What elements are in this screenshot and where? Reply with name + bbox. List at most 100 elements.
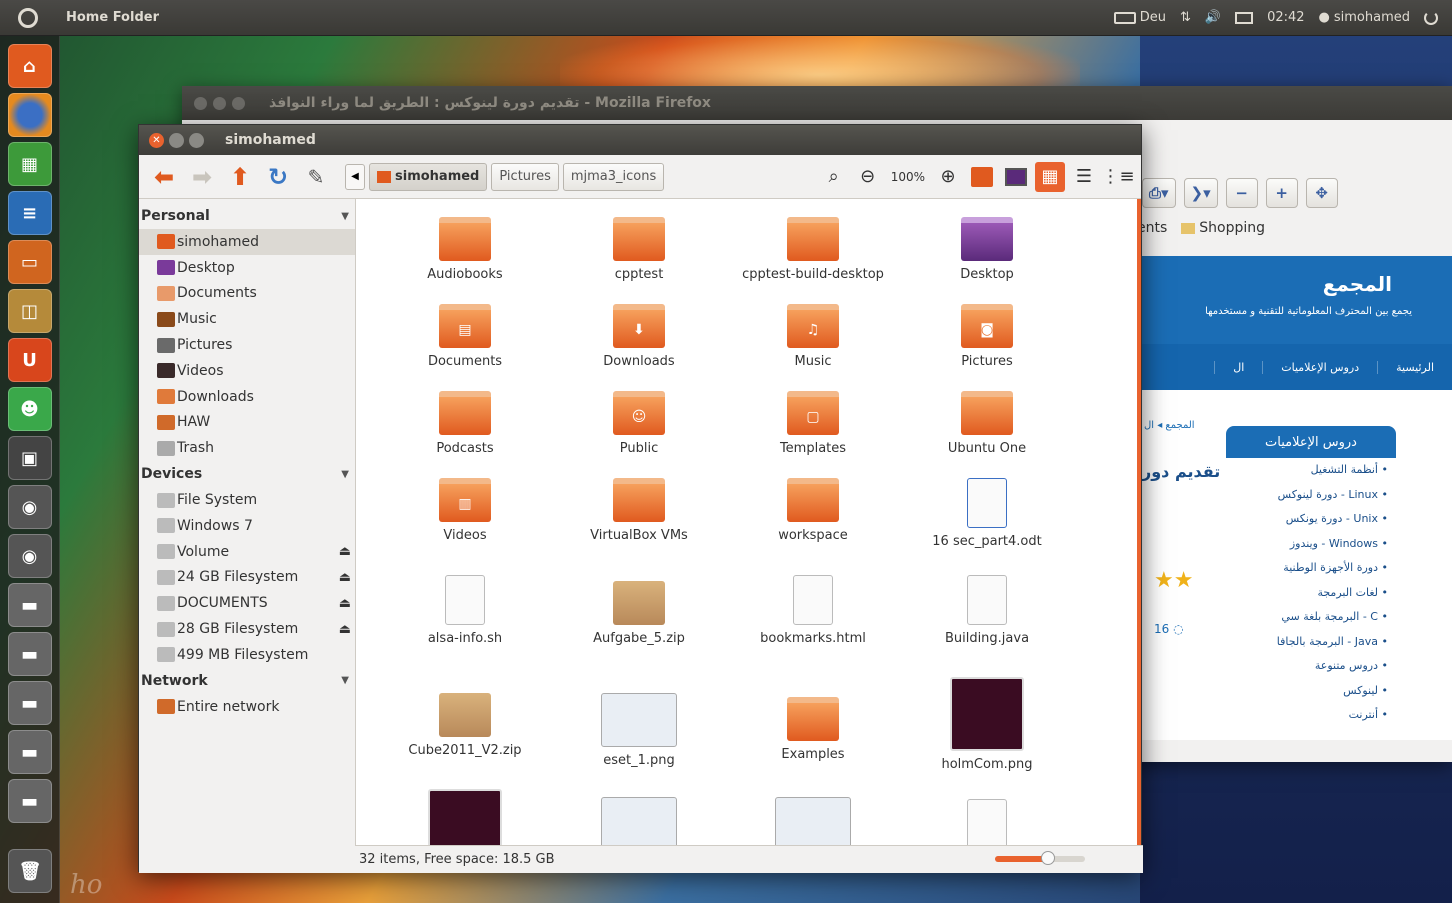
file-item[interactable]: cpptest-build-desktop <box>726 213 900 300</box>
sidebar-item-24gb[interactable]: 24 GB Filesystem ⏏ <box>139 565 355 591</box>
search-button[interactable]: ⌕ <box>819 162 849 192</box>
side-box-item[interactable]: أنظمة التشغيل <box>1226 458 1388 483</box>
print-button[interactable]: ⎙▾ <box>1142 178 1176 208</box>
sidebar-item-trash[interactable]: Trash <box>139 435 355 461</box>
zoom-in-button[interactable]: + <box>1265 178 1298 208</box>
side-box-item[interactable]: لينوكس <box>1226 679 1388 704</box>
file-item[interactable]: ▢ Templates <box>726 387 900 474</box>
sound-indicator[interactable]: 🔊 <box>1205 10 1221 25</box>
path-button-icons[interactable]: mjma3_icons <box>562 162 665 191</box>
file-item[interactable] <box>378 785 552 845</box>
eject-icon[interactable]: ⏏ <box>339 570 351 585</box>
site-breadcrumb[interactable]: المجمع ◂ ال <box>1144 420 1195 431</box>
file-item[interactable]: ◙ Pictures <box>900 300 1074 387</box>
up-button[interactable]: ⬆ <box>223 160 257 194</box>
file-manager-titlebar[interactable]: ✕ simohamed <box>139 125 1141 155</box>
sidebar-item-volume[interactable]: Volume ⏏ <box>139 539 355 565</box>
session-indicator[interactable] <box>1424 10 1438 25</box>
sidebar-item-windows7[interactable]: Windows 7 <box>139 513 355 539</box>
file-item[interactable] <box>552 785 726 845</box>
file-manager-window[interactable]: ✕ simohamed ⬅ ➡ ⬆ ↻ ✎ ◀ simohamed Pictur… <box>138 124 1143 873</box>
sidebar-item-28gb[interactable]: 28 GB Filesystem ⏏ <box>139 616 355 642</box>
drive-launcher-5[interactable]: ▬ <box>7 779 52 823</box>
file-item[interactable]: ♫ Music <box>726 300 900 387</box>
sidebar-item-pictures[interactable]: Pictures <box>139 332 355 358</box>
side-box-item[interactable]: دروس متنوعة <box>1226 654 1388 679</box>
minimize-button[interactable] <box>169 132 184 148</box>
side-box-item[interactable]: دورة يونكس - Unix <box>1226 507 1388 532</box>
side-box-item[interactable]: ويندوز - Windows <box>1226 532 1388 557</box>
empathy-launcher[interactable]: ☻ <box>7 387 52 431</box>
path-scroll-left[interactable]: ◀ <box>345 163 365 190</box>
sidebar-item-videos[interactable]: Videos <box>139 358 355 384</box>
sidebar-item-home[interactable]: simohamed <box>139 229 355 255</box>
sidebar-item-haw[interactable]: HAW <box>139 410 355 436</box>
file-item[interactable]: bookmarks.html <box>726 561 900 673</box>
keyboard-indicator[interactable]: Deu <box>1113 10 1166 25</box>
messaging-indicator[interactable] <box>1235 11 1254 24</box>
sidebar-item-documents-drive[interactable]: DOCUMENTS ⏏ <box>139 590 355 616</box>
comment-count[interactable]: 16 ◌ <box>1154 622 1184 636</box>
file-item[interactable]: eset_1.png <box>552 673 726 785</box>
network-indicator[interactable]: ⇅ <box>1180 10 1191 25</box>
reload-button[interactable]: ↻ <box>261 160 295 194</box>
sidebar-item-desktop[interactable]: Desktop <box>139 255 355 281</box>
file-item[interactable] <box>900 785 1074 845</box>
zoom-slider[interactable] <box>995 851 1085 865</box>
file-item[interactable]: Aufgabe_5.zip <box>552 561 726 673</box>
impress-launcher[interactable]: ▭ <box>7 240 52 284</box>
file-item[interactable] <box>726 785 900 845</box>
file-item[interactable]: Cube2011_V2.zip <box>378 673 552 785</box>
zoom-in-button[interactable]: ⊕ <box>933 162 963 192</box>
sidebar-item-499mb[interactable]: 499 MB Filesystem <box>139 642 355 668</box>
file-item[interactable]: Desktop <box>900 213 1074 300</box>
disk-launcher-2[interactable]: ◉ <box>7 534 52 578</box>
home-button[interactable] <box>967 162 997 192</box>
side-box-item[interactable]: البرمجة بالجافا - Java <box>1226 630 1388 655</box>
drive-launcher-3[interactable]: ▬ <box>7 681 52 725</box>
forward-button[interactable]: ➡ <box>185 160 219 194</box>
file-item[interactable]: ☺ Public <box>552 387 726 474</box>
file-item[interactable]: Examples <box>726 673 900 785</box>
rating-stars[interactable]: ★★ <box>1154 568 1193 593</box>
firefox-maximize-button[interactable] <box>232 96 245 110</box>
site-logo[interactable]: المجمع <box>1323 272 1392 296</box>
trash-launcher[interactable]: 🗑 <box>8 849 52 893</box>
forward-history-button[interactable]: ❯▾ <box>1183 178 1218 208</box>
site-nav-item[interactable]: ال <box>1214 360 1262 374</box>
eject-icon[interactable]: ⏏ <box>339 622 351 637</box>
sidebar-item-music[interactable]: Music <box>139 306 355 332</box>
sidebar-header-devices[interactable]: Devices ▼ <box>139 461 355 487</box>
writer-launcher[interactable]: ≡ <box>7 191 52 235</box>
path-button-home[interactable]: simohamed <box>369 162 488 191</box>
file-item[interactable]: 16 sec_part4.odt <box>900 474 1074 561</box>
file-item[interactable]: Audiobooks <box>378 213 552 300</box>
file-item[interactable]: Building.java <box>900 561 1074 673</box>
file-item[interactable]: ⬇ Downloads <box>552 300 726 387</box>
list-view-button[interactable]: ☰ <box>1069 162 1099 192</box>
sidebar-header-personal[interactable]: Personal ▼ <box>139 203 355 229</box>
file-item[interactable]: ▤ Documents <box>378 300 552 387</box>
file-item[interactable]: cpptest <box>552 213 726 300</box>
maximize-button[interactable] <box>189 132 204 148</box>
ubuntu-one-launcher[interactable]: U <box>7 338 52 382</box>
file-item[interactable]: VirtualBox VMs <box>552 474 726 561</box>
compact-view-button[interactable]: ⋮≡ <box>1101 162 1134 192</box>
zoom-slider-handle[interactable] <box>1041 851 1055 865</box>
drive-launcher-2[interactable]: ▬ <box>7 632 52 676</box>
drive-launcher-1[interactable]: ▬ <box>7 583 52 627</box>
zoom-out-button[interactable]: ⊖ <box>853 162 883 192</box>
disk-launcher-1[interactable]: ◉ <box>7 485 52 529</box>
computer-button[interactable] <box>1001 162 1031 192</box>
dash-button[interactable] <box>0 0 56 36</box>
sidebar-item-filesystem[interactable]: File System <box>139 487 355 513</box>
calc-launcher[interactable]: ▦ <box>7 142 52 186</box>
icon-view-button[interactable]: ▦ <box>1035 161 1065 192</box>
file-item[interactable]: holmCom.png <box>900 673 1074 785</box>
sidebar-item-downloads[interactable]: Downloads <box>139 384 355 410</box>
side-box-item[interactable]: أنترنت <box>1226 703 1388 728</box>
side-box-item[interactable]: لغات البرمجة <box>1226 581 1388 606</box>
side-box-item[interactable]: البرمجة بلغة سي - C <box>1226 605 1388 630</box>
file-item[interactable]: Ubuntu One <box>900 387 1074 474</box>
site-nav-item[interactable]: الرئيسية <box>1377 360 1452 374</box>
